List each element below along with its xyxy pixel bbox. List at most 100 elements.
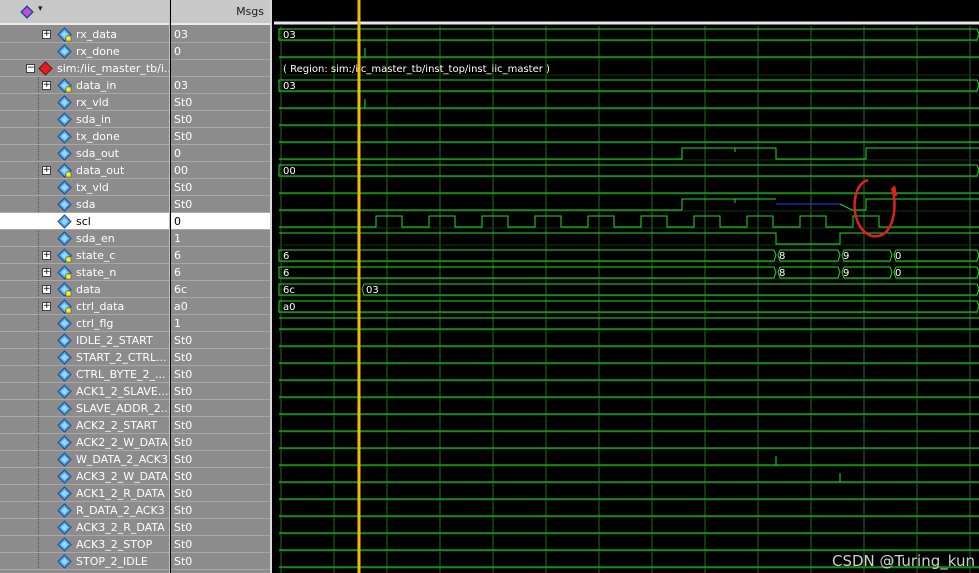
signal-row[interactable]: scl [0, 213, 169, 230]
value-row[interactable]: 6c [171, 281, 270, 298]
data-in-value-label: 03 [283, 81, 296, 92]
signal-row[interactable]: ACK3_2_R_DATA [0, 519, 169, 536]
data-value-label: 03 [366, 285, 379, 296]
signal-row[interactable]: + data_out [0, 162, 169, 179]
signal-row[interactable]: sda_en [0, 230, 169, 247]
value-row[interactable]: 0 [171, 145, 270, 162]
value-row[interactable]: 6 [171, 264, 270, 281]
signal-row[interactable]: IDLE_2_START [0, 332, 169, 349]
signal-name: data_out [76, 164, 125, 177]
expand-toggle[interactable]: + [42, 81, 51, 90]
signal-row[interactable]: ACK2_2_START [0, 417, 169, 434]
waveform-pane[interactable]: 03 03 00 6 8 9 0 6 8 9 0 6c 03 a0 ( Region: sim:/iic_m… [274, 0, 979, 573]
signal-row[interactable]: ctrl_flg [0, 315, 169, 332]
value-row[interactable]: St0 [171, 502, 270, 519]
data-out-value-label: 00 [283, 166, 296, 177]
expand-toggle[interactable]: + [42, 251, 51, 260]
data-out-wave-segment [278, 164, 979, 177]
signal-name: ACK3_2_R_DATA [76, 521, 165, 534]
signal-row[interactable]: START_2_CTRL... [0, 349, 169, 366]
signal-row[interactable]: ACK1_2_R_DATA [0, 485, 169, 502]
value-row[interactable]: St0 [171, 451, 270, 468]
value-row[interactable]: a0 [171, 298, 270, 315]
expand-toggle[interactable]: + [42, 302, 51, 311]
signal-row[interactable]: rx_done [0, 43, 169, 60]
signal-row[interactable]: + rx_data [0, 26, 169, 43]
value-row[interactable]: St0 [171, 417, 270, 434]
signal-row[interactable]: sda_in [0, 111, 169, 128]
waveform-canvas[interactable]: 03 03 00 6 8 9 0 6 8 9 0 6c 03 a0 ( Region: sim:/iic_m… [274, 0, 979, 573]
value-row[interactable]: 1 [171, 315, 270, 332]
signal-row[interactable]: ACK2_2_W_DATA [0, 434, 169, 451]
signal-value: 6c [174, 283, 188, 296]
signal-name: W_DATA_2_ACK3 [76, 453, 168, 466]
state-c-value-label: 9 [843, 251, 849, 262]
value-row[interactable]: St0 [171, 111, 270, 128]
signal-row[interactable]: STOP_2_IDLE [0, 553, 169, 570]
expand-toggle[interactable]: + [42, 30, 51, 39]
signal-row[interactable]: W_DATA_2_ACK3 [0, 451, 169, 468]
signal-row[interactable]: rx_vld [0, 94, 169, 111]
signal-row[interactable]: ACK3_2_W_DATA [0, 468, 169, 485]
value-row[interactable]: St0 [171, 349, 270, 366]
bit-signal-icon [57, 197, 72, 212]
signal-row[interactable]: sda_out [0, 145, 169, 162]
value-row[interactable]: St0 [171, 383, 270, 400]
signal-row[interactable]: + state_n [0, 264, 169, 281]
bit-signal-icon [57, 435, 72, 450]
signal-name: sda_in [76, 113, 111, 126]
value-row[interactable]: 1 [171, 230, 270, 247]
value-row[interactable]: St0 [171, 366, 270, 383]
signal-row[interactable]: + ctrl_data [0, 298, 169, 315]
signal-row[interactable]: SLAVE_ADDR_2... [0, 400, 169, 417]
signal-row[interactable]: ACK1_2_SLAVE... [0, 383, 169, 400]
signal-value: St0 [174, 385, 193, 398]
signal-row[interactable]: CTRL_BYTE_2_... [0, 366, 169, 383]
chevron-down-icon[interactable]: ▾ [38, 4, 43, 14]
expand-toggle[interactable]: + [42, 268, 51, 277]
signal-row[interactable]: + state_c [0, 247, 169, 264]
signal-row[interactable]: − sim:/iic_master_tb/i... [0, 60, 169, 77]
signal-name: ctrl_data [76, 300, 125, 313]
value-row[interactable]: St0 [171, 332, 270, 349]
value-row[interactable]: St0 [171, 468, 270, 485]
value-row[interactable]: 00 [171, 162, 270, 179]
value-row[interactable]: St0 [171, 179, 270, 196]
signal-name: sda_out [76, 147, 119, 160]
signal-name: ctrl_flg [76, 317, 114, 330]
value-row[interactable]: St0 [171, 94, 270, 111]
value-row[interactable]: St0 [171, 519, 270, 536]
value-row[interactable]: St0 [171, 400, 270, 417]
wave-group-icon[interactable] [20, 5, 34, 19]
signal-value: St0 [174, 419, 193, 432]
signal-name: STOP_2_IDLE [76, 555, 148, 568]
signal-row[interactable]: tx_vld [0, 179, 169, 196]
value-row[interactable]: St0 [171, 536, 270, 553]
signal-row[interactable]: R_DATA_2_ACK3 [0, 502, 169, 519]
signal-row[interactable]: + data_in [0, 77, 169, 94]
signal-value: a0 [174, 300, 188, 313]
signal-row[interactable]: tx_done [0, 128, 169, 145]
value-row[interactable]: 6 [171, 247, 270, 264]
value-row[interactable]: 0 [171, 213, 270, 230]
signal-name: tx_done [76, 130, 120, 143]
value-row[interactable]: St0 [171, 485, 270, 502]
value-row[interactable]: St0 [171, 434, 270, 451]
value-row[interactable]: St0 [171, 128, 270, 145]
bit-signal-icon [57, 44, 72, 59]
signal-names-pane: ▾ + rx_data rx_done − sim:/iic_master_tb/i..… [0, 0, 170, 573]
signal-row[interactable]: ACK3_2_STOP [0, 536, 169, 553]
signal-row[interactable]: + data [0, 281, 169, 298]
signal-row[interactable]: sda [0, 196, 169, 213]
collapse-toggle[interactable]: − [26, 64, 35, 73]
value-row[interactable]: St0 [171, 553, 270, 570]
value-row[interactable]: 0 [171, 43, 270, 60]
expand-toggle[interactable]: + [42, 285, 51, 294]
value-row[interactable]: 03 [171, 26, 270, 43]
expand-toggle[interactable]: + [42, 166, 51, 175]
value-row[interactable]: St0 [171, 196, 270, 213]
bit-signal-icon [57, 350, 72, 365]
value-row[interactable] [171, 60, 270, 77]
signal-name: ACK3_2_STOP [76, 538, 153, 551]
value-row[interactable]: 03 [171, 77, 270, 94]
